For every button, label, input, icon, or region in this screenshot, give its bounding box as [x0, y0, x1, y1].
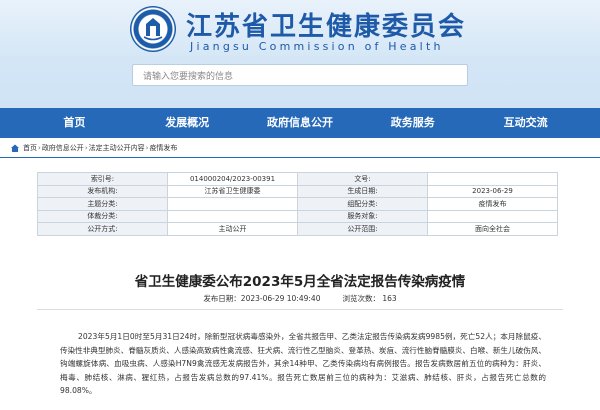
main-nav: 首页 发展概况 政府信息公开 政务服务 互动交流 — [0, 108, 600, 138]
meta-value: 014000204/2023-00391 — [167, 172, 298, 186]
metadata-table: 索引号: 014000204/2023-00391 文号: 发布机构: 江苏省卫… — [37, 172, 558, 236]
table-row: 索引号: 014000204/2023-00391 文号: — [37, 172, 558, 186]
meta-label: 主题分类: — [37, 197, 168, 211]
table-row: 发布机构: 江苏省卫生健康委 生成日期: 2023-06-29 — [37, 184, 558, 198]
meta-label: 生成日期: — [297, 184, 428, 198]
meta-label: 组配分类: — [297, 197, 428, 211]
table-row: 体裁分类: 服务对象: — [37, 209, 558, 223]
meta-label: 文号: — [297, 172, 428, 186]
article-meta: 发布日期：2023-06-29 10:49:40 浏览次数： 163 — [0, 293, 600, 304]
breadcrumb-gov-info[interactable]: 政府信息公开 — [42, 143, 84, 153]
meta-value: 江苏省卫生健康委 — [167, 184, 298, 198]
meta-value: 主动公开 — [167, 222, 298, 236]
site-subtitle: Jiangsu Commission of Health — [190, 40, 444, 53]
breadcrumb-separator: › — [145, 144, 149, 152]
meta-label: 服务对象: — [297, 209, 428, 223]
nav-item-gov-info[interactable]: 政府信息公开 — [245, 108, 355, 138]
meta-value: 面向全社会 — [427, 222, 558, 236]
article-body: 2023年5月1日0时至5月31日24时，除新型冠状病毒感染外，全省共报告甲、乙… — [60, 332, 546, 396]
nav-item-services[interactable]: 政务服务 — [358, 108, 468, 138]
meta-value — [427, 209, 558, 223]
meta-label: 公开方式: — [37, 222, 168, 236]
meta-label: 发布机构: — [37, 184, 168, 198]
search-input[interactable]: 请输入您要搜索的信息 — [132, 64, 468, 86]
view-count: 浏览次数： 163 — [342, 294, 397, 303]
breadcrumb-separator: › — [84, 144, 88, 152]
breadcrumb-divider — [0, 157, 600, 158]
meta-value — [167, 197, 298, 211]
table-row: 主题分类: 组配分类: 疫情发布 — [37, 197, 558, 211]
meta-value: 2023-06-29 — [427, 184, 558, 198]
table-row: 公开方式: 主动公开 公开范围: 面向全社会 — [37, 222, 558, 236]
breadcrumb-separator: › — [38, 144, 41, 152]
site-emblem-icon — [130, 6, 176, 52]
breadcrumb-home[interactable]: 首页 — [23, 143, 37, 153]
meta-value — [427, 172, 558, 186]
nav-item-interaction[interactable]: 互动交流 — [471, 108, 581, 138]
meta-value: 疫情发布 — [427, 197, 558, 211]
meta-label: 索引号: — [37, 172, 168, 186]
breadcrumb: 首页 › 政府信息公开 › 法定主动公开内容 › 疫情发布 — [10, 140, 590, 156]
article-title: 省卫生健康委公布2023年5月全省法定报告传染病疫情 — [134, 274, 466, 290]
breadcrumb-statutory[interactable]: 法定主动公开内容 — [89, 143, 145, 153]
site-title[interactable]: 江苏省卫生健康委员会 — [186, 6, 466, 43]
site-header: 江苏省卫生健康委员会 Jiangsu Commission of Health … — [0, 0, 600, 108]
meta-value — [167, 209, 298, 223]
meta-label: 公开范围: — [297, 222, 428, 236]
nav-item-overview[interactable]: 发展概况 — [132, 108, 242, 138]
meta-label: 体裁分类: — [37, 209, 168, 223]
home-icon — [11, 144, 19, 152]
title-divider — [37, 309, 563, 310]
breadcrumb-epidemic[interactable]: 疫情发布 — [149, 143, 177, 153]
publish-date: 发布日期：2023-06-29 10:49:40 — [203, 294, 321, 303]
nav-item-home[interactable]: 首页 — [19, 108, 129, 138]
